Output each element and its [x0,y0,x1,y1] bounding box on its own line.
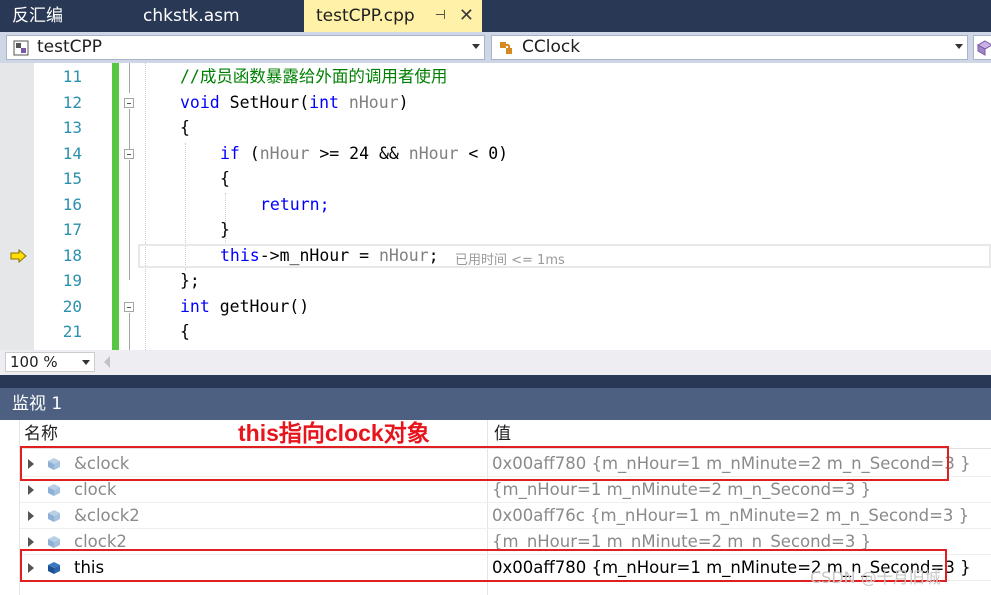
chevron-down-icon [82,360,90,365]
column-header-name[interactable]: 名称 [24,420,58,448]
project-name: testCPP [37,37,103,57]
pin-icon[interactable]: ⊣ [435,0,446,32]
member-dropdown[interactable] [973,35,991,60]
line-number: 15 [62,169,82,188]
annotation-label: this指向clock对象 [238,420,430,446]
change-tracking-bar [112,63,119,350]
expand-icon[interactable] [28,485,34,495]
code-line: void SetHour(int nHour) [180,93,409,112]
line-number: 21 [62,322,82,341]
perf-tip[interactable]: 已用时间 <= 1ms [455,249,565,268]
editor-status-bar: 100 % [0,350,991,375]
code-line: if (nHour >= 24 && nHour < 0) [220,144,509,163]
column-header-value[interactable]: 值 [494,420,511,448]
class-icon [500,42,512,54]
project-icon [13,40,29,56]
line-number: 14 [62,144,82,163]
scope-dropdown[interactable]: CClock [491,35,968,60]
chevron-down-icon [472,44,480,49]
expand-icon[interactable] [28,511,34,521]
scope-name: CClock [522,37,581,57]
collapse-icon[interactable] [124,149,134,159]
outline-line [129,109,130,149]
expand-icon[interactable] [28,537,34,547]
watch-value: 0x00aff76c {m_nHour=1 m_nMinute=2 m_n_Se… [492,506,970,525]
line-number: 12 [62,93,82,112]
line-number: 17 [62,220,82,239]
member-icon [977,40,991,56]
code-editor[interactable]: 11 12 13 14 15 16 17 18 19 20 21 //成员函数暴… [0,63,991,350]
tab-label: testCPP.cpp [316,6,415,26]
outline-line [129,160,130,280]
watch-panel-title[interactable]: 监视 1 [0,388,991,420]
project-dropdown[interactable]: testCPP [6,35,485,60]
collapse-icon[interactable] [124,302,134,312]
line-number: 20 [62,297,82,316]
outline-line [129,63,130,93]
zoom-level: 100 % [10,353,58,371]
variable-icon [48,484,60,496]
tab-chkstk-asm[interactable]: chkstk.asm [131,0,301,32]
line-number: 11 [62,67,82,86]
scroll-left-icon[interactable] [104,356,110,368]
tab-label: 反汇编 [12,6,63,26]
code-line: } [220,220,230,239]
code-line: this->m_nHour = nHour; [220,246,439,265]
variable-icon [48,510,60,522]
code-line: { [220,169,230,188]
line-number: 13 [62,118,82,137]
watermark: CSDN @十月旧城 [810,568,941,587]
line-number: 19 [62,271,82,290]
collapse-icon[interactable] [124,98,134,108]
watch-header: 名称 值 [20,420,991,449]
watch-row[interactable]: &clock2 0x00aff76c {m_nHour=1 m_nMinute=… [20,503,991,529]
document-tab-strip: 反汇编 chkstk.asm testCPP.cpp ⊣ ✕ [0,0,991,32]
indent-guide [145,63,146,350]
chevron-down-icon [955,44,963,49]
highlight-box-clock [20,446,949,481]
tab-testcpp-cpp[interactable]: testCPP.cpp ⊣ ✕ [304,0,482,32]
watch-gutter [0,420,20,595]
highlight-box-this [20,549,947,582]
indicator-margin[interactable] [0,63,34,350]
line-number: 18 [62,246,82,265]
line-number: 16 [62,195,82,214]
variable-icon [48,536,60,548]
code-line: { [180,118,190,137]
tab-disassembly[interactable]: 反汇编 [0,0,120,32]
navigation-bar: testCPP CClock [0,32,991,63]
tab-label: chkstk.asm [143,6,240,26]
code-line: }; [180,271,200,290]
code-line: { [180,322,190,341]
code-line: int getHour() [180,297,310,316]
watch-name: &clock2 [74,506,140,525]
code-line: //成员函数暴露给外面的调用者使用 [180,67,448,86]
outline-line [129,313,130,350]
code-line: return; [260,195,330,214]
close-icon[interactable]: ✕ [459,0,474,32]
zoom-dropdown[interactable]: 100 % [5,352,95,372]
current-statement-arrow-icon [10,249,27,263]
